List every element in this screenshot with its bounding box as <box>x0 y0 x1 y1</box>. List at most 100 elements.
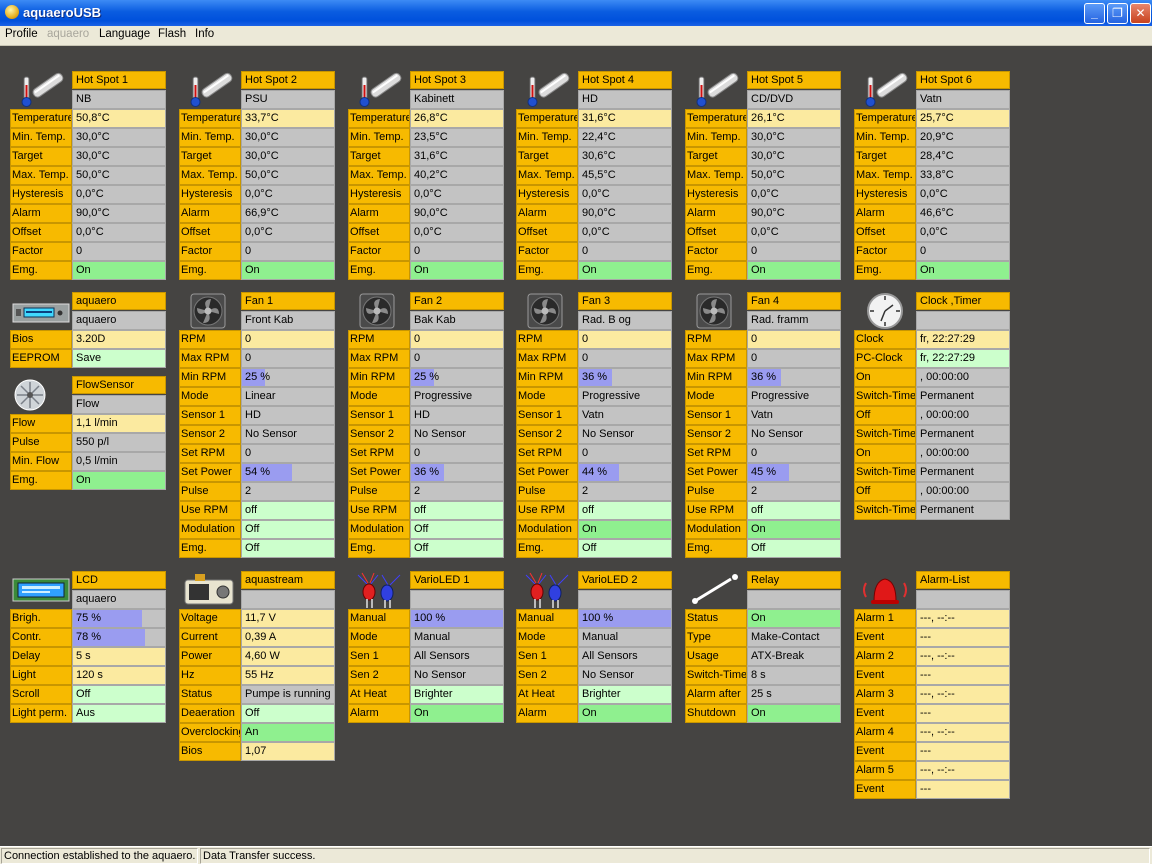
value-shutdown[interactable]: On <box>747 704 841 723</box>
value-pulse[interactable]: 2 <box>241 482 335 501</box>
panel-name-field[interactable]: PSU <box>241 90 335 109</box>
menu-profile[interactable]: Profile <box>5 28 38 40</box>
value-switch-time[interactable]: 8 s <box>747 666 841 685</box>
panel-name-field[interactable] <box>578 590 672 609</box>
value-set-power[interactable]: 44 % <box>578 463 672 482</box>
value-offset[interactable]: 0,0°C <box>410 223 504 242</box>
close-button[interactable]: ✕ <box>1130 3 1151 24</box>
panel-name-field[interactable]: aquaero <box>72 311 166 330</box>
panel-name-field[interactable]: aquaero <box>72 590 166 609</box>
value-on[interactable]: , 00:00:00 <box>916 368 1010 387</box>
value-mode[interactable]: Manual <box>410 628 504 647</box>
value-status[interactable]: Pumpe is running <box>241 685 335 704</box>
value-emg[interactable]: On <box>916 261 1010 280</box>
value-light-perm[interactable]: Aus <box>72 704 166 723</box>
value-set-rpm[interactable]: 0 <box>241 444 335 463</box>
value-set-power[interactable]: 45 % <box>747 463 841 482</box>
value-factor[interactable]: 0 <box>578 242 672 261</box>
value-factor[interactable]: 0 <box>410 242 504 261</box>
value-alarm[interactable]: 90,0°C <box>410 204 504 223</box>
value-emg[interactable]: On <box>241 261 335 280</box>
panel-name-field[interactable] <box>916 311 1010 330</box>
value-offset[interactable]: 0,0°C <box>72 223 166 242</box>
value-sen-2[interactable]: No Sensor <box>578 666 672 685</box>
value-max-temp[interactable]: 40,2°C <box>410 166 504 185</box>
value-at-heat[interactable]: Brighter <box>578 685 672 704</box>
menu-flash[interactable]: Flash <box>158 28 186 40</box>
panel-name-field[interactable]: Flow <box>72 395 166 414</box>
value-switch-time[interactable]: Permanent <box>916 425 1010 444</box>
value-emg[interactable]: On <box>410 261 504 280</box>
value-mode[interactable]: Manual <box>578 628 672 647</box>
value-min-temp[interactable]: 30,0°C <box>241 128 335 147</box>
minimize-button[interactable]: _ <box>1084 3 1105 24</box>
value-sen-1[interactable]: All Sensors <box>410 647 504 666</box>
value-min-temp[interactable]: 30,0°C <box>72 128 166 147</box>
maximize-button[interactable]: ❐ <box>1107 3 1128 24</box>
value-target[interactable]: 30,0°C <box>241 147 335 166</box>
value-min-temp[interactable]: 20,9°C <box>916 128 1010 147</box>
value-off[interactable]: , 00:00:00 <box>916 482 1010 501</box>
value-max-temp[interactable]: 50,0°C <box>747 166 841 185</box>
value-max-rpm[interactable]: 0 <box>578 349 672 368</box>
panel-name-field[interactable]: Rad. B og <box>578 311 672 330</box>
value-max-rpm[interactable]: 0 <box>241 349 335 368</box>
panel-name-field[interactable]: Vatn <box>916 90 1010 109</box>
panel-name-field[interactable]: Front Kab <box>241 311 335 330</box>
value-min-temp[interactable]: 30,0°C <box>747 128 841 147</box>
value-set-rpm[interactable]: 0 <box>578 444 672 463</box>
value-max-temp[interactable]: 33,8°C <box>916 166 1010 185</box>
value-min-flow[interactable]: 0,5 l/min <box>72 452 166 471</box>
value-usage[interactable]: ATX-Break <box>747 647 841 666</box>
value-factor[interactable]: 0 <box>747 242 841 261</box>
value-hysteresis[interactable]: 0,0°C <box>72 185 166 204</box>
value-target[interactable]: 30,0°C <box>747 147 841 166</box>
value-target[interactable]: 31,6°C <box>410 147 504 166</box>
value-sen-2[interactable]: No Sensor <box>410 666 504 685</box>
value-min-rpm[interactable]: 36 % <box>578 368 672 387</box>
value-min-temp[interactable]: 22,4°C <box>578 128 672 147</box>
value-emg[interactable]: On <box>72 471 166 490</box>
value-factor[interactable]: 0 <box>916 242 1010 261</box>
value-offset[interactable]: 0,0°C <box>916 223 1010 242</box>
value-mode[interactable]: Linear <box>241 387 335 406</box>
value-mode[interactable]: Progressive <box>410 387 504 406</box>
value-hysteresis[interactable]: 0,0°C <box>578 185 672 204</box>
value-emg[interactable]: On <box>578 261 672 280</box>
value-alarm[interactable]: 46,6°C <box>916 204 1010 223</box>
value-on[interactable]: , 00:00:00 <box>916 444 1010 463</box>
value-factor[interactable]: 0 <box>241 242 335 261</box>
value-modulation[interactable]: Off <box>241 520 335 539</box>
panel-name-field[interactable]: CD/DVD <box>747 90 841 109</box>
value-mode[interactable]: Progressive <box>747 387 841 406</box>
value-offset[interactable]: 0,0°C <box>241 223 335 242</box>
value-switch-time[interactable]: Permanent <box>916 501 1010 520</box>
value-alarm[interactable]: 90,0°C <box>578 204 672 223</box>
value-scroll[interactable]: Off <box>72 685 166 704</box>
value-type[interactable]: Make-Contact <box>747 628 841 647</box>
value-sensor-1[interactable]: Vatn <box>578 406 672 425</box>
value-use-rpm[interactable]: off <box>410 501 504 520</box>
value-set-rpm[interactable]: 0 <box>410 444 504 463</box>
value-hysteresis[interactable]: 0,0°C <box>410 185 504 204</box>
value-eeprom[interactable]: Save <box>72 349 166 368</box>
value-target[interactable]: 30,0°C <box>72 147 166 166</box>
menu-language[interactable]: Language <box>99 28 150 40</box>
value-target[interactable]: 28,4°C <box>916 147 1010 166</box>
value-target[interactable]: 30,6°C <box>578 147 672 166</box>
value-mode[interactable]: Progressive <box>578 387 672 406</box>
value-sensor-2[interactable]: No Sensor <box>410 425 504 444</box>
value-at-heat[interactable]: Brighter <box>410 685 504 704</box>
value-sen-1[interactable]: All Sensors <box>578 647 672 666</box>
panel-name-field[interactable]: NB <box>72 90 166 109</box>
value-factor[interactable]: 0 <box>72 242 166 261</box>
value-use-rpm[interactable]: off <box>241 501 335 520</box>
value-hysteresis[interactable]: 0,0°C <box>747 185 841 204</box>
value-off[interactable]: , 00:00:00 <box>916 406 1010 425</box>
value-contr[interactable]: 78 % <box>72 628 166 647</box>
value-modulation[interactable]: On <box>578 520 672 539</box>
panel-name-field[interactable] <box>410 590 504 609</box>
value-max-rpm[interactable]: 0 <box>747 349 841 368</box>
value-sensor-2[interactable]: No Sensor <box>747 425 841 444</box>
panel-name-field[interactable]: Kabinett <box>410 90 504 109</box>
